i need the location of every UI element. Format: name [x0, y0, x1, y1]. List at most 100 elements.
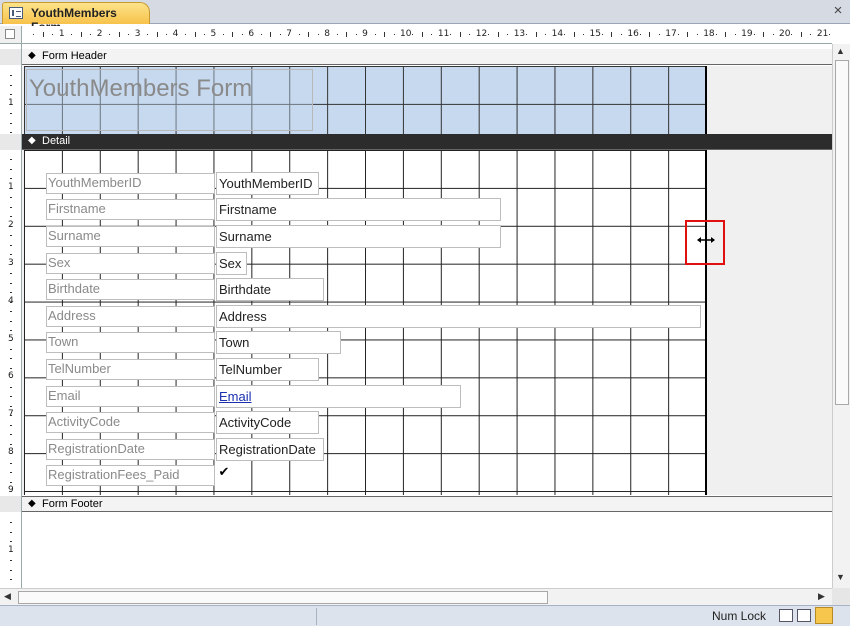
detail-bar[interactable]: ◆ Detail: [22, 134, 832, 150]
ruler-tick: [393, 34, 395, 35]
ruler-tick: [109, 34, 111, 35]
ruler-label: 20: [779, 29, 791, 39]
scroll-right-icon[interactable]: ▶: [818, 591, 825, 602]
field-label-1[interactable]: Firstname: [46, 199, 215, 220]
scroll-down-icon[interactable]: ▼: [836, 572, 845, 582]
field-label-9[interactable]: ActivityCode: [46, 412, 215, 433]
vertical-ruler[interactable]: 1 1 2 3 4 5 6 7 8 9 1: [0, 44, 22, 588]
text-control-3[interactable]: Sex: [216, 252, 247, 275]
ruler-tick: [10, 113, 12, 115]
ruler-tick: [649, 32, 651, 37]
ruler-label: 6: [248, 29, 255, 39]
ruler-tick: [620, 34, 622, 35]
text-control-0[interactable]: YouthMemberID: [216, 172, 319, 195]
vertical-scrollbar[interactable]: ▲ ▼: [832, 44, 850, 588]
ruler-label: 1: [8, 544, 14, 555]
ruler-tick: [10, 424, 12, 426]
registration-fees-checkbox[interactable]: ✔: [216, 464, 232, 480]
scroll-left-icon[interactable]: ◀: [4, 591, 11, 602]
horizontal-scrollbar[interactable]: ◀ ▶: [0, 588, 832, 605]
ruler-label: 8: [324, 29, 330, 39]
ruler-tick: [10, 320, 12, 322]
ruler-label: 10: [400, 29, 412, 39]
ruler-label: 15: [589, 29, 601, 39]
ruler-tick: [10, 453, 12, 455]
ruler-tick: [10, 531, 12, 533]
form-width-edge[interactable]: [705, 66, 707, 134]
ruler-tick: [677, 34, 679, 35]
ruler-tick: [10, 462, 12, 464]
ruler-label: 17: [665, 29, 677, 39]
text-control-10[interactable]: RegistrationDate: [216, 438, 324, 461]
ruler-tick: [279, 34, 281, 35]
form-header-label: Form Header: [42, 50, 107, 62]
field-label-7[interactable]: TelNumber: [46, 359, 215, 380]
ruler-tick: [156, 32, 158, 37]
ruler-tick: [10, 311, 12, 313]
ruler-tick: [10, 386, 12, 388]
field-label-8[interactable]: Email: [46, 386, 215, 407]
scroll-up-icon[interactable]: ▲: [836, 46, 845, 56]
ruler-label: 1: [8, 97, 14, 108]
text-control-5[interactable]: Address: [216, 305, 701, 328]
field-label-0[interactable]: YouthMemberID: [46, 173, 215, 194]
form-selector[interactable]: [0, 26, 22, 44]
field-label-11[interactable]: RegistrationFees_Paid: [46, 465, 215, 486]
ruler-tick: [10, 292, 12, 294]
ruler-tick: [204, 34, 206, 35]
text-control-1[interactable]: Firstname: [216, 198, 501, 221]
email-field[interactable]: Email: [216, 385, 461, 408]
ruler-tick: [10, 434, 12, 436]
text-control-2[interactable]: Surname: [216, 225, 501, 248]
ruler-tick: [459, 32, 461, 37]
ruler-tick: [829, 34, 831, 35]
text-control-9[interactable]: ActivityCode: [216, 411, 319, 434]
field-label-3[interactable]: Sex: [46, 253, 215, 274]
field-label-5[interactable]: Address: [46, 306, 215, 327]
ruler-label: 1: [8, 181, 14, 192]
ruler-tick: [791, 34, 793, 35]
ruler-tick: [10, 443, 12, 445]
ruler-tick: [431, 34, 433, 35]
ruler-tick: [10, 348, 12, 350]
ruler-tick: [10, 197, 12, 199]
ruler-tick: [10, 491, 12, 493]
text-control-6[interactable]: Town: [216, 331, 341, 354]
ruler-tick: [336, 34, 338, 35]
ruler-tick: [374, 34, 376, 35]
text-control-4[interactable]: Birthdate: [216, 278, 324, 301]
resize-horizontal-icon[interactable]: [696, 232, 716, 248]
field-label-4[interactable]: Birthdate: [46, 279, 215, 300]
form-header-bar[interactable]: ◆ Form Header: [22, 49, 832, 65]
ruler-tick: [185, 34, 187, 35]
ruler-tick: [421, 32, 423, 37]
field-label-10[interactable]: RegistrationDate: [46, 439, 215, 460]
horizontal-ruler[interactable]: 1 2 3 4 5 6 7 8 9 10 11 12 13 14 15 16 17 18 19 20 21: [22, 26, 832, 44]
ruler-label: 14: [551, 29, 564, 39]
ruler-tick: [10, 579, 12, 581]
field-label-2[interactable]: Surname: [46, 226, 215, 247]
design-view-icon[interactable]: [815, 607, 833, 624]
field-label-6[interactable]: Town: [46, 332, 215, 353]
layout-view-icon[interactable]: [797, 609, 811, 622]
form-footer-bar[interactable]: ◆ Form Footer: [22, 496, 832, 512]
close-icon[interactable]: ×: [830, 3, 846, 19]
form-width-edge[interactable]: [705, 150, 707, 495]
ruler-tick: [753, 34, 755, 35]
ruler-tick: [232, 32, 234, 37]
horizontal-scroll-thumb[interactable]: [18, 591, 548, 604]
vertical-scroll-thumb[interactable]: [835, 60, 849, 405]
text-control-7[interactable]: TelNumber: [216, 358, 319, 381]
status-bar: Num Lock: [0, 605, 850, 626]
form-footer-section[interactable]: [22, 513, 832, 588]
ruler-tick: [10, 472, 12, 474]
ruler-tick: [10, 254, 12, 256]
ruler-tick: [715, 34, 717, 35]
ruler-tick: [10, 415, 12, 417]
form-tab[interactable]: YouthMembers Form: [2, 2, 150, 34]
ruler-label: 3: [134, 29, 141, 39]
ruler-tick: [90, 34, 92, 35]
form-footer-label: Form Footer: [42, 498, 103, 510]
form-view-icon[interactable]: [779, 609, 793, 622]
form-title-label[interactable]: YouthMembers Form: [26, 69, 313, 131]
